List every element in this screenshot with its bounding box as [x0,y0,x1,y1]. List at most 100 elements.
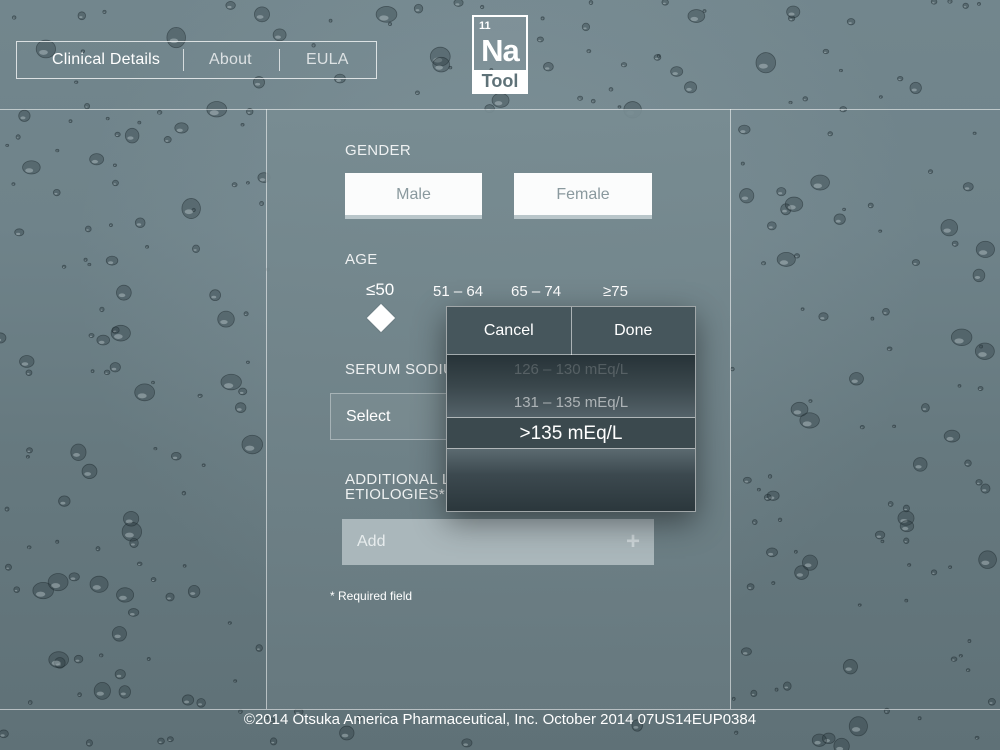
water-drop [878,95,883,99]
water-drop [617,105,622,109]
water-drop [246,181,250,185]
water-drop [784,196,804,212]
water-drop [777,517,783,522]
water-drop [788,100,793,105]
water-drop [0,729,9,739]
water-drop [962,2,969,9]
nav-clinical-details[interactable]: Clinical Details [52,51,182,69]
water-drop [165,592,175,602]
water-drop [118,685,131,699]
picker-cancel-button[interactable]: Cancel [447,307,571,354]
water-drop [741,647,752,656]
picker-option-selected[interactable]: >135 mEq/L [447,423,695,445]
water-drop [859,425,865,430]
water-drop [84,225,92,233]
water-drop [948,565,953,569]
water-drop [897,75,904,82]
water-drop [880,539,885,544]
water-drop [22,160,41,175]
water-drop [684,81,698,94]
age-option-51-64[interactable]: 51 – 64 [433,283,483,300]
additional-label-line2: ETIOLOGIES* [345,486,445,503]
water-drop [761,261,767,266]
water-drop [904,598,909,603]
water-drop [150,577,157,583]
water-drop [653,54,662,61]
plus-icon[interactable]: + [626,519,640,565]
water-drop [89,575,109,593]
water-drop [13,586,21,593]
water-drop [838,68,843,73]
water-drop [783,681,792,691]
water-drop [972,131,977,135]
water-drop [975,479,983,486]
water-drop [590,98,596,104]
water-drop [897,510,915,526]
additional-etiologies-label: ADDITIONAL L ETIOLOGIES* [345,472,451,502]
water-drop [255,644,263,652]
water-drop [109,223,113,227]
water-drop [32,582,54,600]
water-drop [756,487,761,492]
water-drop [913,457,928,472]
add-placeholder: Add [357,533,386,550]
water-drop [111,626,127,642]
water-drop [18,109,31,122]
water-drop [47,573,69,592]
nav-about[interactable]: About [209,51,279,69]
nav-eula[interactable]: EULA [306,51,349,69]
water-drop [780,203,792,216]
water-drop [388,21,393,26]
water-drop [586,49,592,54]
water-drop [182,564,187,568]
gender-male-button[interactable]: Male [345,173,482,219]
water-drop [943,429,961,443]
water-drop [786,5,801,19]
water-drop [974,735,980,740]
water-drop [987,697,996,706]
water-drop [957,384,962,388]
water-drop [145,245,150,249]
water-drop [902,504,910,513]
water-drop [26,545,32,550]
water-drop [137,120,142,125]
water-drop [74,80,79,84]
water-drop [730,366,735,372]
water-drop [116,284,132,301]
age-option-65-74[interactable]: 65 – 74 [511,283,561,300]
water-drop [87,262,92,267]
water-drop [774,687,779,692]
water-drop [702,9,707,13]
water-drop [793,549,798,554]
water-drop [217,310,235,328]
water-drop [670,66,684,77]
water-drop [903,537,910,544]
water-drop [977,386,984,391]
age-option-under-50[interactable]: ≤50 [366,280,394,300]
water-drop [88,333,95,338]
picker-option[interactable]: 131 – 135 mEq/L [447,394,695,411]
water-drop [52,188,61,197]
add-etiology-field[interactable]: Add + [342,519,654,565]
water-drop [95,546,101,552]
picker-option[interactable]: 126 – 130 mEq/L [447,361,695,378]
water-drop [241,434,264,455]
water-drop [543,62,554,72]
water-drop [55,539,60,544]
water-drop [802,96,809,102]
water-drop [19,355,35,368]
water-drop [163,136,172,144]
water-drop [112,330,117,334]
water-drop [134,383,156,402]
serum-sodium-select[interactable]: Select [330,393,460,440]
water-drop [127,608,140,617]
picker-done-button[interactable]: Done [572,307,696,354]
water-drop [800,307,805,311]
water-drop [767,474,773,479]
water-drop [55,148,60,153]
water-drop [99,306,105,313]
gender-female-button[interactable]: Female [514,173,652,219]
age-option-75-plus[interactable]: ≥75 [603,283,628,300]
water-drop [231,182,238,188]
water-drop [811,733,827,747]
